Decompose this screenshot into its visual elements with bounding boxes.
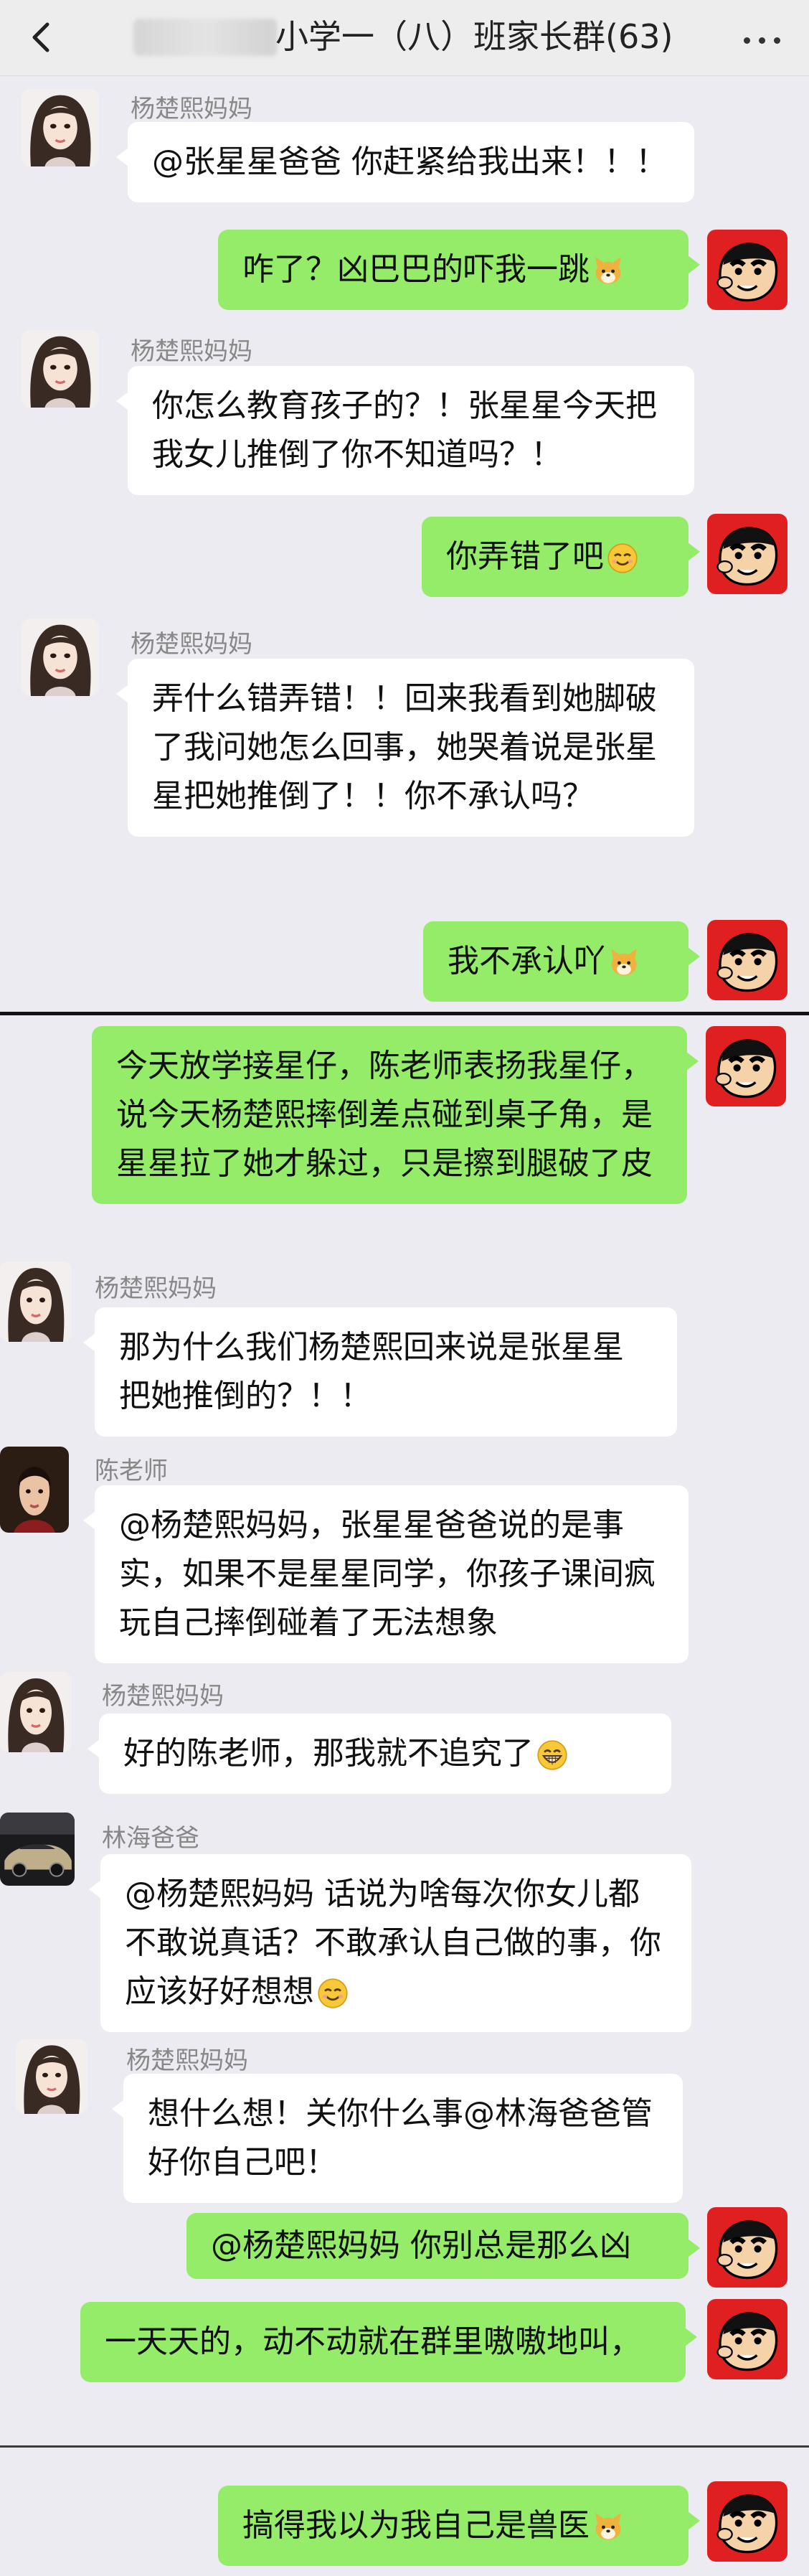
- sender-name: 杨楚熙妈妈: [95, 1274, 217, 1303]
- dog-emoji-icon: [592, 255, 624, 287]
- message-text: 一天天的，动不动就在群里嗷嗷地叫，: [105, 2323, 641, 2360]
- avatar-yangchuxi-mom[interactable]: [22, 330, 99, 408]
- more-options-icon[interactable]: [735, 33, 780, 47]
- message-text: 好的陈老师，那我就不追究了: [123, 1735, 534, 1772]
- chat-title: 小学一（八）班家长群(63): [275, 17, 673, 56]
- avatar-me[interactable]: [707, 920, 787, 1000]
- message-bubble[interactable]: 那为什么我们杨楚熙回来说是张星星把她推倒的？！！: [83, 1307, 677, 1437]
- message-text: 那为什么我们杨楚熙回来说是张星星把她推倒的？！！: [119, 1329, 624, 1414]
- screenshot-divider: [0, 2445, 809, 2448]
- message-bubble[interactable]: @张星星爸爸 你赶紧给我出来！！！: [116, 122, 694, 202]
- sender-name: 杨楚熙妈妈: [131, 95, 252, 123]
- avatar-yangchuxi-mom[interactable]: [16, 2039, 87, 2114]
- message-bubble[interactable]: 你怎么教育孩子的？！张星星今天把我女儿推倒了你不知道吗？！: [116, 366, 694, 495]
- sender-name: 杨楚熙妈妈: [126, 2046, 248, 2075]
- avatar-me[interactable]: [707, 2481, 787, 2562]
- message-text: 搞得我以为我自己是兽医: [242, 2507, 590, 2544]
- avatar-teacher-chen[interactable]: [0, 1447, 69, 1533]
- message-text: @张星星爸爸 你赶紧给我出来！！！: [152, 144, 667, 180]
- avatar-yangchuxi-mom[interactable]: [22, 89, 99, 166]
- smile-emoji-icon: [317, 1978, 349, 2009]
- message-text: 你弄错了吧: [446, 538, 604, 575]
- back-arrow-icon[interactable]: [22, 16, 65, 59]
- message-text: @杨楚熙妈妈 你别总是那么凶: [211, 2227, 631, 2264]
- sender-name: 陈老师: [95, 1457, 168, 1485]
- message-bubble[interactable]: @杨楚熙妈妈，张星星爸爸说的是事实，如果不是星星同学，你孩子课间疯玩自己摔倒碰着…: [83, 1485, 689, 1663]
- grin-emoji-icon: [536, 1739, 568, 1771]
- message-text: 今天放学接星仔，陈老师表扬我星仔，说今天杨楚熙摔倒差点碰到桌子角，是星星拉了她才…: [116, 1048, 653, 1182]
- avatar-me[interactable]: [706, 1026, 786, 1106]
- message-text: @杨楚熙妈妈，张星星爸爸说的是事实，如果不是星星同学，你孩子课间疯玩自己摔倒碰着…: [119, 1507, 656, 1641]
- avatar-me[interactable]: [707, 230, 787, 310]
- message-bubble[interactable]: 弄什么错弄错！！回来我看到她脚破了我问她怎么回事，她哭着说是张星星把她推倒了！！…: [116, 659, 694, 837]
- message-text: 你怎么教育孩子的？！张星星今天把我女儿推倒了你不知道吗？！: [152, 387, 657, 473]
- avatar-linhai-dad[interactable]: [0, 1813, 75, 1886]
- message-text: 弄什么错弄错！！回来我看到她脚破了我问她怎么回事，她哭着说是张星星把她推倒了！！…: [152, 680, 657, 814]
- dog-emoji-icon: [608, 947, 640, 979]
- message-bubble[interactable]: 今天放学接星仔，陈老师表扬我星仔，说今天杨楚熙摔倒差点碰到桌子角，是星星拉了她才…: [92, 1026, 699, 1204]
- message-bubble[interactable]: 咋了？凶巴巴的吓我一跳: [218, 230, 700, 310]
- avatar-yangchuxi-mom[interactable]: [0, 1261, 72, 1342]
- message-bubble[interactable]: @杨楚熙妈妈 话说为啥每次你女儿都不敢说真话？不敢承认自己做的事，你应该好好想想: [89, 1854, 691, 2032]
- avatar-me[interactable]: [707, 514, 787, 594]
- avatar-yangchuxi-mom[interactable]: [0, 1672, 72, 1752]
- chat-header: 小学一（八）班家长群(63): [0, 0, 809, 76]
- message-text: 想什么想！关你什么事@林海爸爸管好你自己吧！: [148, 2095, 653, 2181]
- blurred-group-name: [133, 19, 277, 56]
- message-bubble[interactable]: 你弄错了吧: [422, 517, 700, 597]
- sender-name: 林海爸爸: [102, 1824, 199, 1853]
- message-text: 我不承认吖: [448, 943, 605, 979]
- screenshot-divider: [0, 1012, 809, 1015]
- message-bubble[interactable]: 好的陈老师，那我就不追究了: [87, 1714, 671, 1794]
- message-bubble[interactable]: @杨楚熙妈妈 你别总是那么凶: [186, 2213, 700, 2279]
- message-bubble[interactable]: 一天天的，动不动就在群里嗷嗷地叫，: [80, 2302, 697, 2382]
- avatar-yangchuxi-mom[interactable]: [22, 619, 99, 696]
- sender-name: 杨楚熙妈妈: [131, 337, 252, 366]
- dog-emoji-icon: [592, 2511, 624, 2543]
- message-bubble[interactable]: 想什么想！关你什么事@林海爸爸管好你自己吧！: [112, 2074, 683, 2203]
- avatar-me[interactable]: [707, 2207, 787, 2288]
- avatar-me[interactable]: [707, 2299, 787, 2379]
- message-text: @杨楚熙妈妈 话说为啥每次你女儿都不敢说真话？不敢承认自己做的事，你应该好好想想: [125, 1876, 661, 2010]
- message-bubble[interactable]: 搞得我以为我自己是兽医: [218, 2486, 700, 2566]
- message-bubble[interactable]: 我不承认吖: [423, 921, 700, 1002]
- sender-name: 杨楚熙妈妈: [131, 630, 252, 659]
- message-text: 咋了？凶巴巴的吓我一跳: [242, 251, 590, 288]
- sender-name: 杨楚熙妈妈: [102, 1682, 224, 1711]
- smile-emoji-icon: [607, 542, 638, 574]
